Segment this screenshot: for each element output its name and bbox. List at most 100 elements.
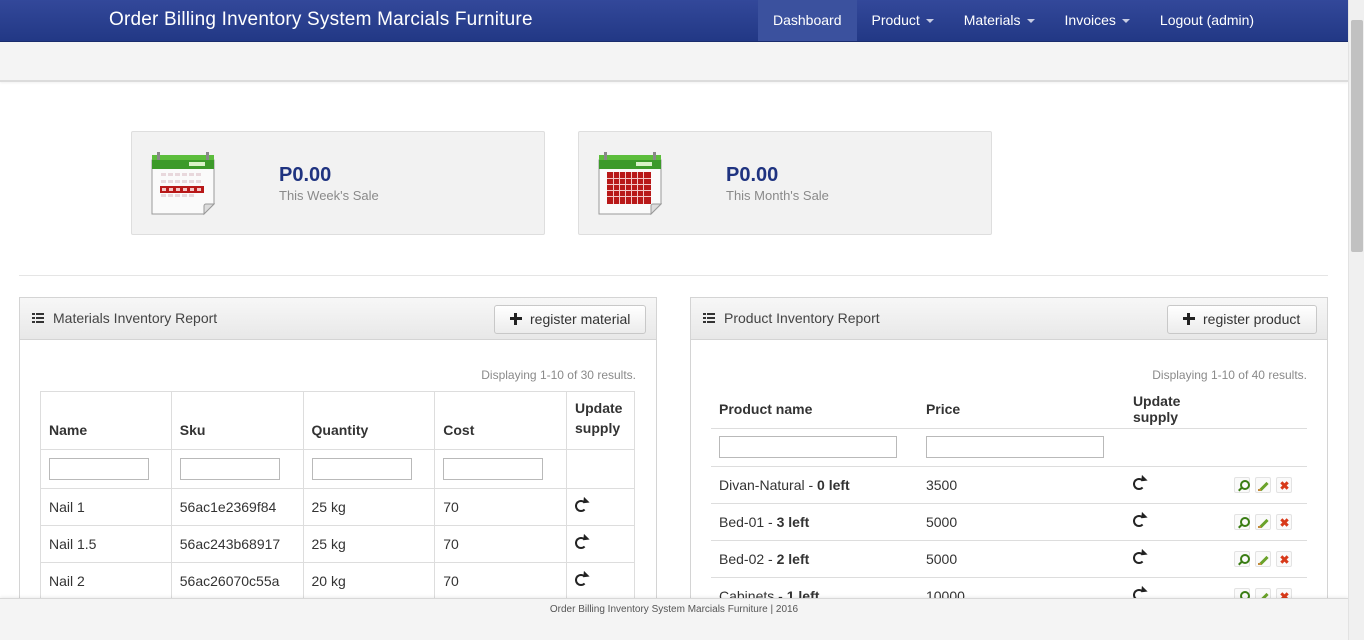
filter-row (711, 427, 1307, 466)
update-supply-cell (566, 525, 635, 563)
filter-cell (1225, 427, 1307, 466)
actions-cell (1225, 465, 1307, 503)
edit-icon[interactable] (1255, 550, 1271, 567)
table-header-row: Name Sku Quantity Cost Update supply (40, 391, 635, 450)
plus-icon (510, 313, 522, 325)
material-name: Nail 2 (40, 562, 172, 600)
materials-summary: Displaying 1-10 of 30 results. (481, 368, 636, 382)
delete-icon[interactable] (1276, 476, 1292, 493)
refresh-icon[interactable] (575, 537, 588, 549)
filter-cell (170, 449, 304, 489)
actions-cell (1225, 539, 1307, 577)
update-supply-cell (566, 562, 635, 600)
column-header-sku[interactable]: Sku (170, 391, 304, 450)
materials-table: Name Sku Quantity Cost Update supply Nai… (40, 391, 635, 600)
view-icon[interactable] (1234, 513, 1250, 530)
calendar-week-icon (151, 152, 215, 216)
column-header-product-name[interactable]: Product name (711, 390, 918, 428)
breadcrumb-bar (0, 42, 1348, 82)
stock-left: 2 left (776, 550, 810, 567)
caret-down-icon (1121, 19, 1130, 24)
materials-inventory-panel: Materials Inventory Report register mate… (19, 297, 657, 640)
materials-panel-header: Materials Inventory Report register mate… (20, 298, 656, 340)
products-panel-title: Product Inventory Report (724, 310, 880, 326)
material-sku: 56ac26070c55a (170, 562, 304, 600)
product-price: 5000 (917, 539, 1125, 577)
name-filter-input[interactable] (49, 458, 149, 480)
column-header-actions (1226, 390, 1307, 428)
register-product-label: register product (1203, 311, 1301, 327)
table-row: Divan-Natural - 0 left 3500 (711, 465, 1307, 503)
price-filter-input[interactable] (925, 436, 1104, 458)
view-icon[interactable] (1234, 476, 1250, 493)
caret-down-icon (925, 19, 934, 24)
refresh-icon[interactable] (1132, 514, 1145, 527)
material-quantity: 25 kg (302, 525, 436, 563)
page-footer: Order Billing Inventory System Marcials … (0, 598, 1348, 640)
refresh-icon[interactable] (575, 500, 588, 512)
delete-icon[interactable] (1276, 550, 1292, 567)
refresh-icon[interactable] (1132, 551, 1145, 564)
material-sku: 56ac243b68917 (170, 525, 304, 563)
column-header-update-supply: Update supply (1132, 392, 1181, 425)
filter-cell (711, 427, 918, 466)
filter-cell (434, 449, 568, 489)
caret-down-icon (1026, 19, 1035, 24)
register-product-button[interactable]: register product (1167, 305, 1317, 334)
table-row: Nail 1.5 56ac243b68917 25 kg 70 (40, 525, 635, 563)
column-header-cost[interactable]: Cost (434, 391, 568, 450)
nav-dashboard-label: Dashboard (773, 12, 842, 28)
product-name: Bed-02 (719, 550, 765, 567)
scrollbar-thumb[interactable] (1351, 20, 1363, 252)
app-title[interactable]: Order Billing Inventory System Marcials … (109, 9, 533, 31)
update-supply-cell (1124, 539, 1226, 577)
nav-invoices-label: Invoices (1064, 12, 1116, 28)
filter-cell (917, 427, 1125, 466)
product-inventory-panel: Product Inventory Report register produc… (690, 297, 1328, 640)
name-separator: - (764, 550, 777, 567)
product-name: Divan-Natural (719, 476, 805, 493)
nav-dashboard[interactable]: Dashboard (758, 0, 857, 41)
actions-cell (1225, 502, 1307, 540)
delete-icon[interactable] (1276, 513, 1292, 530)
quantity-filter-input[interactable] (311, 458, 412, 480)
materials-panel-title: Materials Inventory Report (53, 310, 218, 326)
refresh-icon[interactable] (575, 574, 588, 586)
material-cost: 70 (434, 488, 568, 526)
table-row: Bed-02 - 2 left 5000 (711, 539, 1307, 577)
edit-icon[interactable] (1255, 513, 1271, 530)
material-cost: 70 (434, 525, 568, 563)
nav-product[interactable]: Product (857, 0, 949, 41)
product-name-cell: Bed-01 - 3 left (711, 502, 918, 540)
nav-materials[interactable]: Materials (949, 0, 1050, 41)
refresh-icon[interactable] (1132, 477, 1145, 490)
table-row: Nail 1 56ac1e2369f84 25 kg 70 (40, 488, 635, 526)
vertical-scrollbar[interactable] (1348, 0, 1364, 640)
nav-menu: Dashboard Product Materials Invoices Log… (758, 0, 1269, 41)
table-header-row: Product name Price Update supply (711, 390, 1307, 428)
register-material-button[interactable]: register material (494, 305, 646, 334)
update-supply-cell (566, 488, 635, 526)
sku-filter-input[interactable] (179, 458, 280, 480)
product-name-filter-input[interactable] (719, 436, 897, 458)
update-supply-cell (1124, 502, 1226, 540)
column-header-price[interactable]: Price (918, 390, 1125, 428)
nav-invoices[interactable]: Invoices (1050, 0, 1145, 41)
stock-left: 0 left (817, 476, 850, 493)
product-price: 3500 (917, 465, 1125, 503)
column-header-name[interactable]: Name (40, 391, 172, 450)
filter-cell (1124, 427, 1226, 466)
product-name-cell: Divan-Natural - 0 left (711, 465, 918, 503)
column-header-quantity[interactable]: Quantity (302, 391, 436, 450)
view-icon[interactable] (1234, 550, 1250, 567)
monthly-sale-value: P0.00 (726, 164, 779, 186)
edit-icon[interactable] (1255, 476, 1271, 493)
product-price: 5000 (917, 502, 1125, 540)
product-name-cell: Bed-02 - 2 left (711, 539, 918, 577)
table-row: Nail 2 56ac26070c55a 20 kg 70 (40, 562, 635, 600)
nav-product-label: Product (871, 12, 920, 28)
update-supply-cell (1124, 465, 1226, 503)
monthly-sale-card: P0.00 This Month's Sale (578, 131, 992, 235)
cost-filter-input[interactable] (443, 458, 544, 480)
nav-logout[interactable]: Logout (admin) (1145, 0, 1269, 41)
